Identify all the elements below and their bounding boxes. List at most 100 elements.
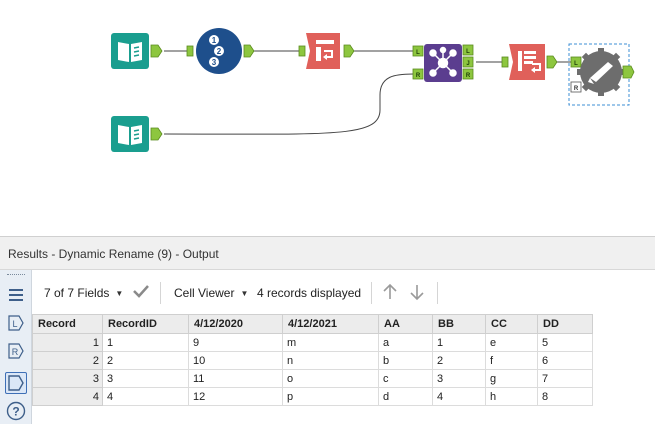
table-row: 2 2 10 n b 2 f 6 bbox=[32, 351, 593, 370]
dynamic-rename-tool[interactable] bbox=[501, 44, 558, 80]
input-anchor[interactable] bbox=[186, 45, 194, 57]
table-cell[interactable]: 7 bbox=[537, 369, 593, 388]
anchor-r-label: R bbox=[12, 347, 19, 357]
join-tool[interactable]: L R L J R bbox=[412, 44, 474, 82]
field-selector-label: 7 of 7 Fields bbox=[44, 286, 110, 300]
results-title: Results - Dynamic Rename (9) - Output bbox=[8, 247, 219, 261]
output-anchor[interactable] bbox=[546, 55, 558, 69]
input-anchor[interactable] bbox=[501, 56, 509, 68]
arrow-up-icon bbox=[383, 283, 397, 299]
chevron-down-icon: ▼ bbox=[115, 289, 124, 298]
table-cell[interactable]: h bbox=[485, 387, 538, 406]
records-status: 4 records displayed bbox=[257, 286, 362, 300]
gear-icon bbox=[577, 48, 625, 96]
table-cell[interactable]: p bbox=[282, 387, 379, 406]
table-cell[interactable]: 12 bbox=[188, 387, 283, 406]
help-icon: ? bbox=[6, 401, 26, 421]
table-cell[interactable]: m bbox=[282, 333, 379, 352]
table-cell[interactable]: f bbox=[485, 351, 538, 370]
anchor-label-right: R bbox=[574, 86, 579, 92]
table-cell[interactable]: 5 bbox=[537, 333, 593, 352]
table-cell[interactable]: 8 bbox=[537, 387, 593, 406]
column-header-dd[interactable]: DD bbox=[537, 314, 593, 334]
divider bbox=[371, 282, 372, 304]
field-selector-dropdown[interactable]: 7 of 7 Fields ▼ bbox=[44, 286, 123, 300]
record-number-cell[interactable]: 3 bbox=[32, 369, 103, 388]
arrow-down-icon bbox=[410, 285, 424, 301]
column-header-record[interactable]: Record bbox=[32, 314, 103, 334]
table-cell[interactable]: 11 bbox=[188, 369, 283, 388]
table-cell[interactable]: a bbox=[378, 333, 433, 352]
table-row: 1 1 9 m a 1 e 5 bbox=[32, 333, 593, 352]
anchor-r-icon: R bbox=[8, 343, 24, 359]
table-row: 4 4 12 p d 4 h 8 bbox=[32, 387, 593, 406]
table-cell[interactable]: d bbox=[378, 387, 433, 406]
grip-handle[interactable] bbox=[7, 274, 25, 277]
column-header-bb[interactable]: BB bbox=[432, 314, 486, 334]
apply-checkmark-button[interactable] bbox=[132, 283, 150, 302]
table-cell[interactable]: 3 bbox=[102, 369, 189, 388]
record-number-cell[interactable]: 1 bbox=[32, 333, 103, 352]
input-data-tool-1[interactable] bbox=[111, 33, 163, 69]
output-anchor[interactable] bbox=[243, 44, 255, 58]
table-cell[interactable]: g bbox=[485, 369, 538, 388]
viewer-selector-label: Cell Viewer bbox=[174, 286, 235, 300]
connection-input2-to-join[interactable] bbox=[163, 73, 414, 135]
divider bbox=[437, 282, 438, 304]
table-cell[interactable]: c bbox=[378, 369, 433, 388]
table-cell[interactable]: 4 bbox=[102, 387, 189, 406]
table-arrow-icon bbox=[316, 40, 334, 61]
list-icon bbox=[9, 289, 23, 301]
scroll-down-button[interactable] bbox=[408, 283, 426, 304]
table-cell[interactable]: n bbox=[282, 351, 379, 370]
table-cell[interactable]: 10 bbox=[188, 351, 283, 370]
table-cell[interactable]: 2 bbox=[102, 351, 189, 370]
browse-tool-selected[interactable]: L R bbox=[568, 43, 635, 106]
table-cell[interactable]: 2 bbox=[432, 351, 486, 370]
table-cell[interactable]: 1 bbox=[102, 333, 189, 352]
svg-text:2: 2 bbox=[217, 47, 222, 56]
output-anchor[interactable] bbox=[150, 44, 163, 58]
output-anchor[interactable] bbox=[622, 65, 635, 79]
cross-tab-tool[interactable] bbox=[298, 33, 355, 69]
table-cell[interactable]: 4 bbox=[432, 387, 486, 406]
results-toolbar: 7 of 7 Fields ▼ Cell Viewer ▼ 4 records di… bbox=[32, 270, 655, 314]
output-anchor[interactable] bbox=[343, 44, 355, 58]
table-row: 3 3 11 o c 3 g 7 bbox=[32, 369, 593, 388]
column-header-cc[interactable]: CC bbox=[485, 314, 538, 334]
output-anchor-button[interactable] bbox=[5, 372, 27, 394]
input-anchor[interactable] bbox=[298, 45, 306, 57]
list-view-button[interactable] bbox=[5, 284, 27, 306]
anchor-output-icon bbox=[8, 375, 24, 391]
scroll-up-button[interactable] bbox=[381, 283, 399, 304]
right-anchor-button[interactable]: R bbox=[5, 340, 27, 362]
record-number-cell[interactable]: 2 bbox=[32, 351, 103, 370]
table-cell[interactable]: 6 bbox=[537, 351, 593, 370]
svg-text:3: 3 bbox=[212, 58, 217, 67]
help-button[interactable]: ? bbox=[5, 400, 27, 422]
anchor-l-label: L bbox=[12, 319, 17, 329]
results-window-header: Results - Dynamic Rename (9) - Output bbox=[0, 236, 655, 270]
column-header-aa[interactable]: AA bbox=[378, 314, 433, 334]
checkmark-icon bbox=[133, 285, 149, 298]
record-id-tool[interactable]: 1 2 3 bbox=[186, 28, 255, 74]
results-grid: Record RecordID 4/12/2020 4/12/2021 AA B… bbox=[32, 314, 593, 406]
column-header-4-12-2021[interactable]: 4/12/2021 bbox=[282, 314, 379, 334]
divider bbox=[160, 282, 161, 304]
column-header-recordid[interactable]: RecordID bbox=[102, 314, 189, 334]
table-cell[interactable]: 1 bbox=[432, 333, 486, 352]
table-cell[interactable]: 3 bbox=[432, 369, 486, 388]
output-anchor[interactable] bbox=[150, 127, 163, 141]
table-cell[interactable]: e bbox=[485, 333, 538, 352]
column-header-4-12-2020[interactable]: 4/12/2020 bbox=[188, 314, 283, 334]
svg-text:1: 1 bbox=[212, 36, 217, 45]
table-cell[interactable]: 9 bbox=[188, 333, 283, 352]
anchor-label-right: R bbox=[416, 73, 421, 79]
input-data-tool-2[interactable] bbox=[111, 116, 163, 152]
table-cell[interactable]: b bbox=[378, 351, 433, 370]
left-anchor-button[interactable]: L bbox=[5, 312, 27, 334]
viewer-selector-dropdown[interactable]: Cell Viewer ▼ bbox=[174, 286, 248, 300]
record-number-cell[interactable]: 4 bbox=[32, 387, 103, 406]
workflow-canvas[interactable]: 1 2 3 L R L J R L R bbox=[0, 0, 655, 232]
table-cell[interactable]: o bbox=[282, 369, 379, 388]
